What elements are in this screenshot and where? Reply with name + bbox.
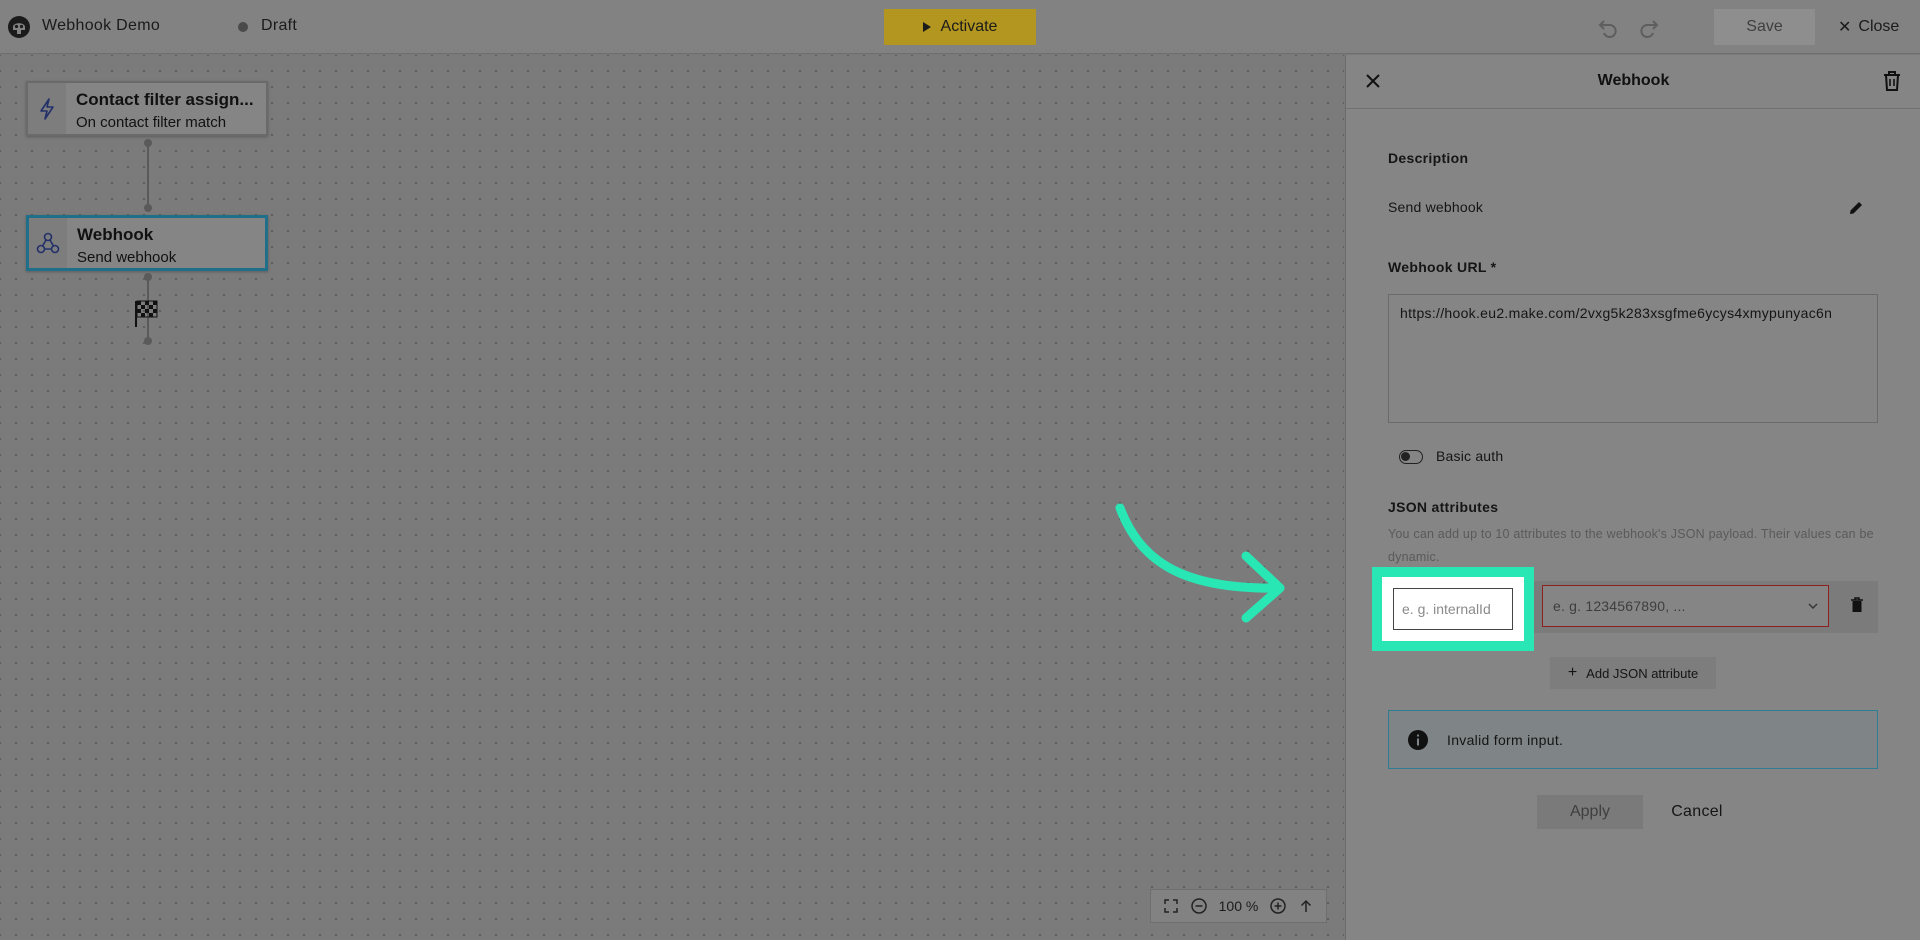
close-label: Close — [1858, 18, 1900, 35]
key-input-container — [1382, 577, 1524, 641]
plus-icon: + — [1567, 664, 1578, 681]
zoom-level: 100 % — [1218, 898, 1259, 914]
attribute-value-select[interactable]: e. g. 1234567890, ... — [1542, 585, 1829, 627]
webhook-node[interactable]: Webhook Send webhook — [26, 215, 268, 271]
status-text: Draft — [261, 17, 298, 34]
cancel-button[interactable]: Cancel — [1662, 795, 1732, 829]
save-button[interactable]: Save — [1714, 9, 1815, 45]
arrow-up-icon[interactable] — [1297, 897, 1315, 915]
basic-auth-label: Basic auth — [1436, 448, 1504, 464]
workflow-canvas[interactable]: Contact filter assign... On contact filt… — [0, 55, 1344, 940]
zoom-out-icon[interactable] — [1190, 897, 1208, 915]
zoom-in-icon[interactable] — [1269, 897, 1287, 915]
trash-icon[interactable] — [1850, 597, 1864, 613]
panel-header: Webhook — [1346, 55, 1920, 109]
attribute-key-input[interactable] — [1393, 588, 1513, 630]
annotation-arrow-icon — [1115, 503, 1285, 623]
fit-screen-icon[interactable] — [1162, 897, 1180, 915]
description-label: Description — [1388, 150, 1469, 166]
connector-dot — [144, 337, 152, 345]
connector-dot — [144, 204, 152, 212]
app-title[interactable]: Webhook Demo — [42, 17, 160, 35]
json-attributes-hint: You can add up to 10 attributes to the w… — [1388, 527, 1874, 564]
json-attributes-label: JSON attributes — [1388, 499, 1499, 515]
invalid-input-alert: Invalid form input. — [1388, 710, 1878, 769]
chevron-down-icon — [1808, 603, 1818, 609]
webhook-url-input[interactable]: https://hook.eu2.make.com/2vxg5k283xsgfm… — [1388, 294, 1878, 423]
basic-auth-toggle[interactable] — [1399, 450, 1423, 464]
webhook-icon — [29, 218, 67, 268]
node-title: Webhook — [77, 225, 154, 244]
pencil-icon[interactable] — [1847, 199, 1865, 217]
key-input-highlight — [1372, 567, 1534, 651]
info-icon — [1408, 729, 1428, 750]
close-icon: ✕ — [1838, 19, 1852, 36]
toggle-knob — [1401, 452, 1410, 461]
node-subtitle: Send webhook — [77, 249, 177, 266]
node-title: Contact filter assign... — [76, 90, 254, 109]
play-icon — [922, 22, 931, 32]
webhook-url-label: Webhook URL * — [1388, 259, 1497, 275]
add-json-attribute-button[interactable]: + Add JSON attribute — [1550, 657, 1716, 689]
status-dot-icon — [238, 22, 248, 32]
connector-dot — [144, 139, 152, 147]
activate-button[interactable]: Activate — [884, 9, 1036, 45]
close-button[interactable]: ✕ Close — [1838, 17, 1899, 37]
webhook-settings-panel: Webhook Description Send webhook Webhook… — [1345, 55, 1920, 940]
zoom-toolbar: 100 % — [1150, 889, 1327, 923]
value-placeholder: e. g. 1234567890, ... — [1553, 598, 1686, 614]
activate-label: Activate — [940, 18, 998, 35]
app-logo-icon — [8, 16, 30, 38]
node-connector — [147, 143, 149, 208]
top-bar: Webhook Demo Draft Activate Save ✕ Close — [0, 0, 1920, 54]
panel-title: Webhook — [1597, 72, 1670, 89]
description-value: Send webhook — [1388, 199, 1484, 215]
redo-icon[interactable] — [1637, 15, 1661, 39]
alert-text: Invalid form input. — [1447, 731, 1564, 748]
undo-icon[interactable] — [1596, 15, 1620, 39]
trigger-node[interactable]: Contact filter assign... On contact filt… — [26, 81, 268, 136]
connector-dot — [144, 273, 152, 281]
node-subtitle: On contact filter match — [76, 114, 227, 131]
lightning-icon — [28, 83, 66, 134]
apply-button[interactable]: Apply — [1537, 795, 1643, 829]
trash-icon[interactable] — [1881, 69, 1903, 93]
checkered-flag-icon — [135, 300, 158, 327]
add-attribute-label: Add JSON attribute — [1586, 665, 1699, 681]
